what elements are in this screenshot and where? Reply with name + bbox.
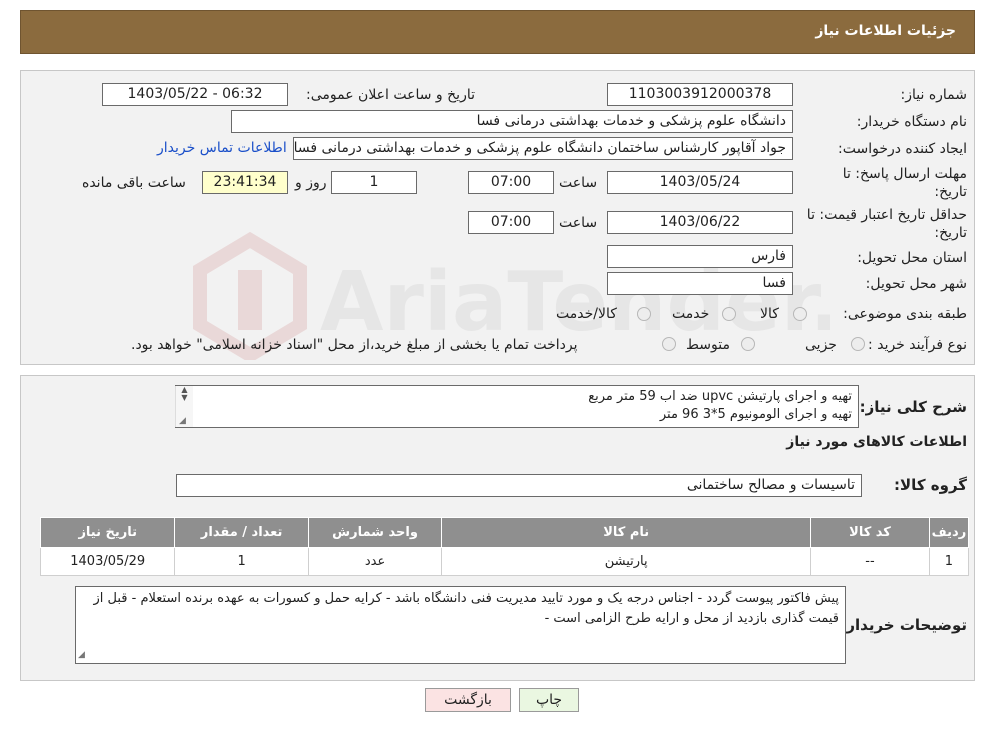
cell-name: پارتیشن — [441, 547, 812, 576]
goods-info-title: اطلاعات کالاهای مورد نیاز — [786, 434, 967, 450]
cell-unit: عدد — [307, 547, 443, 576]
category-option-service: خدمت — [672, 306, 710, 322]
col-name-header: نام کالا — [441, 517, 812, 548]
category-radio-service[interactable] — [722, 307, 736, 321]
cell-row: 1 — [928, 547, 970, 576]
deadline-time-field: 07:00 — [468, 171, 554, 194]
process-radio-medium[interactable] — [741, 337, 755, 351]
table-row: 1 -- پارتیشن عدد 1 1403/05/29 — [39, 547, 970, 576]
buyer-notes-textarea[interactable]: پیش فاکتور پیوست گردد - اجناس درجه یک و … — [75, 586, 846, 664]
col-code-header: کد کالا — [810, 517, 930, 548]
description-scrollbar[interactable]: ▲ ▼ ◢ — [175, 386, 193, 427]
province-label: استان محل تحویل: — [857, 250, 967, 266]
days-label: روز و — [295, 175, 327, 191]
process-label: نوع فرآیند خرید : — [868, 337, 967, 353]
validity-time-field: 07:00 — [468, 211, 554, 234]
col-qty-header: تعداد / مقدار — [174, 517, 309, 548]
notes-resize-grip-icon[interactable]: ◢ — [78, 650, 85, 660]
need-number-field: 1103003912000378 — [607, 83, 793, 106]
deadline-date-field: 1403/05/24 — [607, 171, 793, 194]
validity-label-date: تاریخ: — [934, 225, 967, 241]
remaining-label: ساعت باقی مانده — [82, 175, 186, 191]
page-header: جزئیات اطلاعات نیاز — [20, 10, 975, 54]
creator-label: ایجاد کننده درخواست: — [838, 141, 967, 157]
process-option-medium: متوسط — [686, 337, 730, 353]
announce-label: تاریخ و ساعت اعلان عمومی: — [306, 87, 475, 103]
validity-time-label: ساعت — [559, 215, 598, 231]
buyer-notes-label: توضیحات خریدار: — [840, 616, 967, 634]
deadline-label-date: تاریخ: — [934, 184, 967, 200]
back-button[interactable]: بازگشت — [425, 688, 511, 712]
buyer-org-field: دانشگاه علوم پزشکی و خدمات بهداشتی درمان… — [231, 110, 793, 133]
process-note: پرداخت تمام یا بخشی از مبلغ خرید،از محل … — [131, 337, 578, 353]
print-button[interactable]: چاپ — [519, 688, 579, 712]
category-option-goods: کالا — [760, 306, 779, 322]
description-line-1: تهیه و اجرای پارتیشن upvc ضد اب 59 متر م… — [588, 389, 852, 404]
col-date-header: تاریخ نیاز — [39, 517, 176, 548]
category-label: طبقه بندی موضوعی: — [843, 306, 967, 322]
description-label: شرح کلی نیاز: — [859, 398, 967, 416]
remaining-time-field: 23:41:34 — [202, 171, 288, 194]
cell-qty: 1 — [174, 547, 309, 576]
process-treasury-checkbox[interactable] — [662, 337, 676, 351]
announce-field: 1403/05/22 - 06:32 — [102, 83, 288, 106]
category-radio-goods-service[interactable] — [637, 307, 651, 321]
validity-label: حداقل تاریخ اعتبار قیمت: تا — [806, 207, 967, 223]
buyer-org-label: نام دستگاه خریدار: — [856, 114, 967, 130]
creator-field: جواد آقاپور کارشناس ساختمان دانشگاه علوم… — [293, 137, 793, 160]
goods-table: ردیف کد کالا نام کالا واحد شمارش تعداد /… — [39, 517, 970, 576]
category-option-goods-service: کالا/خدمت — [556, 306, 617, 322]
cell-date: 1403/05/29 — [39, 547, 176, 576]
deadline-time-label: ساعت — [559, 175, 598, 191]
city-label: شهر محل تحویل: — [865, 276, 967, 292]
scroll-down-icon[interactable]: ▼ — [176, 394, 193, 402]
province-field: فارس — [607, 245, 793, 268]
cell-code: -- — [810, 547, 930, 576]
process-radio-minor[interactable] — [851, 337, 865, 351]
col-row-header: ردیف — [928, 517, 970, 548]
days-remaining-field: 1 — [331, 171, 417, 194]
col-unit-header: واحد شمارش — [307, 517, 443, 548]
validity-date-field: 1403/06/22 — [607, 211, 793, 234]
category-radio-goods[interactable] — [793, 307, 807, 321]
need-number-label: شماره نیاز: — [900, 87, 968, 103]
goods-group-label: گروه کالا: — [894, 476, 967, 494]
goods-group-field: تاسیسات و مصالح ساختمانی — [176, 474, 862, 497]
table-header-row: ردیف کد کالا نام کالا واحد شمارش تعداد /… — [39, 517, 970, 548]
city-field: فسا — [607, 272, 793, 295]
buyer-contact-link[interactable]: اطلاعات تماس خریدار — [157, 140, 287, 156]
deadline-label: مهلت ارسال پاسخ: تا — [842, 166, 967, 182]
resize-grip-icon[interactable]: ◢ — [179, 416, 186, 426]
page-title: جزئیات اطلاعات نیاز — [815, 23, 956, 39]
description-line-2: تهیه و اجرای الومونیوم 5*3 96 متر — [659, 407, 852, 422]
process-option-minor: جزیی — [805, 337, 837, 353]
description-textarea[interactable]: تهیه و اجرای پارتیشن upvc ضد اب 59 متر م… — [175, 385, 859, 428]
